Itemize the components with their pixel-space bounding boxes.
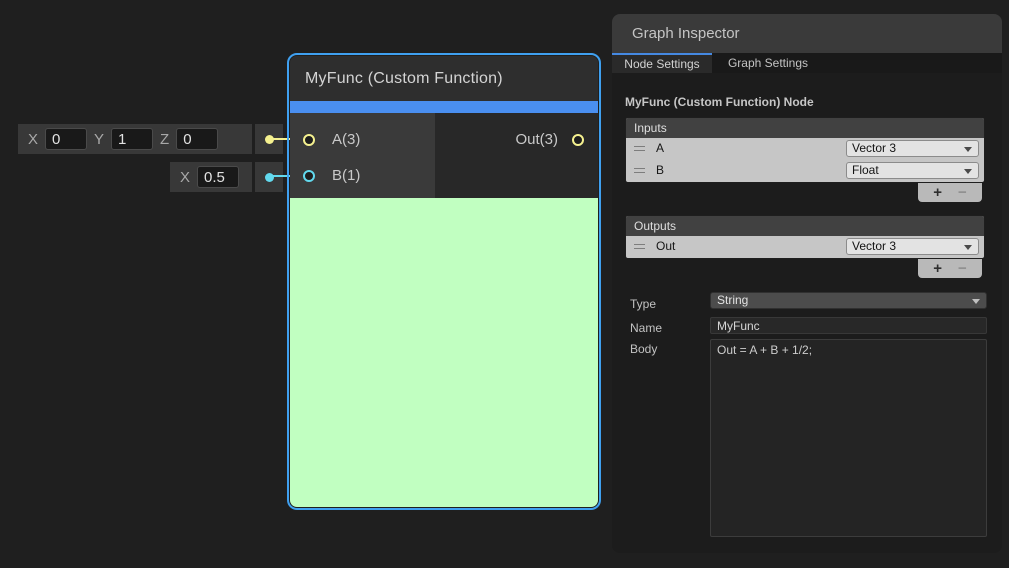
drag-handle-icon[interactable]	[634, 168, 645, 173]
chevron-down-icon	[972, 299, 980, 304]
y-value-field[interactable]	[111, 128, 153, 150]
port-b-label: B(1)	[332, 167, 360, 185]
drag-handle-icon[interactable]	[634, 146, 645, 151]
myfunc-node[interactable]: MyFunc (Custom Function) A(3) B(1) Out(3…	[287, 53, 601, 510]
body-textarea[interactable]: Out = A + B + 1/2;	[710, 339, 987, 537]
x-axis-label: X	[180, 169, 190, 186]
chevron-down-icon	[964, 169, 972, 174]
graph-inspector-header[interactable]: Graph Inspector	[612, 14, 1002, 53]
chevron-down-icon	[964, 245, 972, 250]
output-row-out[interactable]: Out Vector 3	[626, 236, 984, 258]
body-label: Body	[630, 342, 657, 356]
port-out-icon[interactable]	[572, 134, 584, 146]
remove-output-button[interactable]: −	[958, 260, 967, 277]
inspector-tabbar: Node Settings Graph Settings	[612, 53, 1002, 73]
add-output-button[interactable]: +	[933, 260, 942, 277]
port-out-label: Out(3)	[515, 131, 558, 149]
inputs-list-header: Inputs	[626, 118, 984, 138]
x-axis-label: X	[28, 131, 38, 148]
outputs-list-header: Outputs	[626, 216, 984, 236]
myfunc-node-body: MyFunc (Custom Function) A(3) B(1) Out(3…	[290, 56, 598, 507]
port-a-icon[interactable]	[303, 134, 315, 146]
node-settings-heading: MyFunc (Custom Function) Node	[625, 95, 814, 109]
outputs-list: Outputs Out Vector 3	[625, 215, 985, 259]
x-value-field[interactable]	[45, 128, 87, 150]
graph-inspector-panel: Graph Inspector Node Settings Graph Sett…	[612, 14, 1002, 553]
add-input-button[interactable]: +	[933, 184, 942, 201]
z-value-field[interactable]	[176, 128, 218, 150]
inputs-list: Inputs A Vector 3 B Float	[625, 117, 985, 183]
name-label: Name	[630, 321, 662, 335]
type-label: Type	[630, 297, 656, 311]
node-title: MyFunc (Custom Function)	[290, 56, 598, 101]
input-a-type-dropdown[interactable]: Vector 3	[846, 140, 979, 157]
input-row-b[interactable]: B Float	[626, 160, 984, 182]
input-row-a[interactable]: A Vector 3	[626, 138, 984, 160]
tab-graph-settings[interactable]: Graph Settings	[712, 53, 824, 73]
input-a-name: A	[656, 141, 664, 155]
y-axis-label: Y	[94, 131, 104, 148]
outputs-list-footer: + −	[918, 259, 982, 278]
drag-handle-icon[interactable]	[634, 244, 645, 249]
remove-input-button[interactable]: −	[958, 184, 967, 201]
float-port-dot[interactable]	[265, 173, 274, 182]
float-connector[interactable]	[255, 162, 283, 192]
output-out-type-dropdown[interactable]: Vector 3	[846, 238, 979, 255]
port-a-label: A(3)	[332, 131, 360, 149]
name-input[interactable]	[710, 317, 987, 334]
input-b-name: B	[656, 163, 664, 177]
shader-graph-canvas[interactable]: X Y Z X MyFunc (Custom Function) A(3) B(…	[0, 0, 1009, 568]
node-accent-bar	[290, 101, 598, 113]
z-axis-label: Z	[160, 131, 169, 148]
node-input-slots	[290, 113, 435, 198]
input-b-type-dropdown[interactable]: Float	[846, 162, 979, 179]
node-preview	[290, 198, 598, 507]
chevron-down-icon	[964, 147, 972, 152]
output-out-name: Out	[656, 239, 675, 253]
inputs-list-footer: + −	[918, 183, 982, 202]
vector3-input-widget: X Y Z	[18, 124, 252, 154]
tab-node-settings[interactable]: Node Settings	[612, 53, 712, 73]
float-input-widget: X	[170, 162, 252, 192]
node-ports-section: A(3) B(1) Out(3)	[290, 113, 598, 198]
type-dropdown[interactable]: String	[710, 292, 987, 309]
port-b-icon[interactable]	[303, 170, 315, 182]
float-value-field[interactable]	[197, 166, 239, 188]
